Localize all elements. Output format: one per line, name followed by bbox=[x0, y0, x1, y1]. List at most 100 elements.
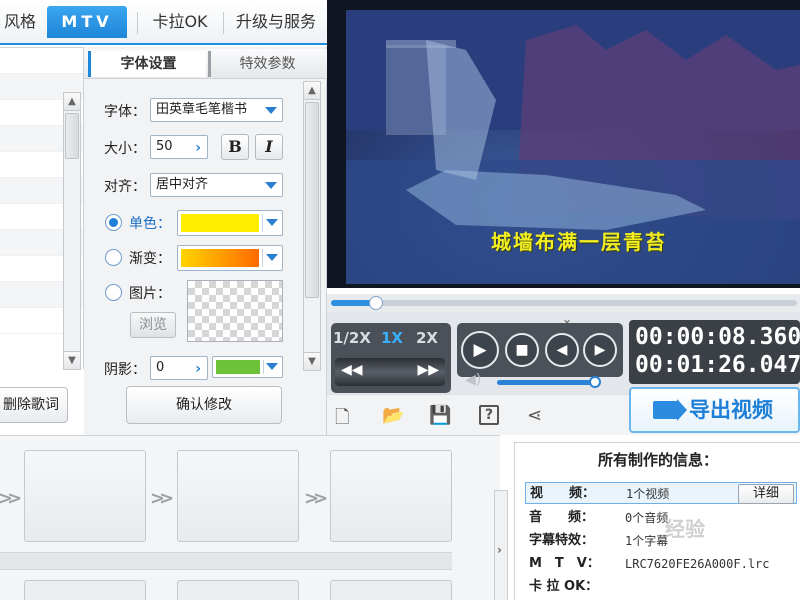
browse-button[interactable]: 浏览 bbox=[130, 312, 176, 338]
timeline-track[interactable] bbox=[0, 552, 452, 570]
production-info-panel: 所有制作的信息： 视 频： 1个视频 详细 音 频： 0个音频 字幕特效： 1个… bbox=[514, 442, 800, 600]
info-key: 音 频： bbox=[529, 510, 595, 525]
speed-half[interactable]: 1/2X bbox=[333, 329, 371, 347]
next-icon[interactable]: ▶ bbox=[583, 333, 617, 367]
video-preview[interactable]: 城墙布满一层青苔 bbox=[327, 0, 800, 288]
storyboard-slot[interactable] bbox=[24, 580, 146, 600]
bold-button[interactable]: B bbox=[221, 134, 249, 160]
chevron-right-icon: >> bbox=[304, 488, 328, 509]
save-icon[interactable]: 💾 bbox=[429, 405, 451, 426]
speed-slider[interactable]: ◀◀ ▶▶ bbox=[335, 358, 445, 386]
storyboard-timeline: >> >> >> bbox=[0, 435, 500, 600]
details-button[interactable]: 详细 bbox=[738, 484, 794, 504]
confirm-changes-button[interactable]: 确认修改 bbox=[126, 386, 282, 424]
solid-color-label: 单色： bbox=[129, 216, 171, 232]
speed-double[interactable]: 2X bbox=[416, 329, 438, 347]
size-value: 50 bbox=[156, 139, 173, 154]
play-icon[interactable]: ▶ bbox=[461, 331, 499, 369]
scroll-up-icon[interactable]: ▲ bbox=[304, 82, 320, 100]
export-icon bbox=[653, 399, 687, 421]
font-label: 字体： bbox=[104, 104, 146, 120]
scroll-down-icon[interactable]: ▼ bbox=[64, 351, 80, 369]
storyboard-slot[interactable] bbox=[177, 580, 299, 600]
fast-forward-icon[interactable]: ▶▶ bbox=[417, 362, 439, 378]
scroll-thumb[interactable] bbox=[305, 102, 319, 298]
image-preview bbox=[187, 280, 283, 342]
info-key: 卡 拉 OK： bbox=[529, 579, 599, 594]
gradient-label: 渐变： bbox=[129, 251, 171, 267]
rewind-icon[interactable]: ◀◀ bbox=[341, 362, 363, 378]
playback-progress[interactable] bbox=[327, 294, 800, 312]
chevron-right-icon[interactable]: › bbox=[195, 137, 201, 159]
shadow-color-picker[interactable] bbox=[212, 356, 283, 378]
main-tab-bar: 风格 MTV 卡拉OK 升级与服务 bbox=[0, 0, 327, 45]
italic-button[interactable]: I bbox=[255, 134, 283, 160]
tab-effect-params[interactable]: 特效参数 bbox=[208, 51, 324, 77]
image-radio[interactable] bbox=[105, 284, 122, 301]
info-row-audio: 音 频： 0个音频 bbox=[525, 507, 797, 529]
collapse-panel-handle[interactable]: › bbox=[494, 490, 508, 600]
share-icon[interactable]: ⋖ bbox=[527, 405, 542, 426]
info-title: 所有制作的信息： bbox=[597, 451, 718, 469]
shadow-value: 0 bbox=[156, 360, 165, 375]
open-folder-icon[interactable]: 📂 bbox=[382, 405, 404, 426]
gradient-color-picker[interactable] bbox=[177, 245, 283, 271]
progress-handle[interactable] bbox=[368, 296, 383, 310]
storyboard-slot[interactable] bbox=[24, 450, 146, 542]
info-row-video[interactable]: 视 频： 1个视频 详细 bbox=[525, 482, 797, 504]
size-stepper[interactable]: 50 › bbox=[150, 135, 208, 159]
shadow-stepper[interactable]: 0 › bbox=[150, 356, 208, 380]
new-icon[interactable]: 🗋 bbox=[335, 405, 349, 435]
scroll-down-icon[interactable]: ▼ bbox=[304, 352, 320, 370]
progress-track[interactable] bbox=[331, 296, 797, 310]
align-select-value: 居中对齐 bbox=[156, 177, 209, 192]
font-select[interactable]: 田英章毛笔楷书 bbox=[150, 98, 283, 122]
info-row-karaoke: 卡 拉 OK： bbox=[525, 576, 797, 598]
align-select[interactable]: 居中对齐 bbox=[150, 173, 283, 197]
storyboard-slot[interactable] bbox=[330, 450, 452, 542]
storyboard-slot[interactable] bbox=[330, 580, 452, 600]
info-key: 字幕特效： bbox=[529, 533, 595, 548]
watermark: 经验 bbox=[665, 517, 705, 541]
volume-icon[interactable]: ◀) bbox=[465, 372, 481, 388]
chevron-right-icon: >> bbox=[150, 488, 174, 509]
previous-icon[interactable]: ◀ bbox=[545, 333, 579, 367]
settings-scrollbar[interactable]: ▲ ▼ bbox=[303, 81, 321, 371]
tab-divider bbox=[137, 12, 138, 34]
volume-handle[interactable] bbox=[589, 376, 601, 388]
chevron-down-icon bbox=[266, 254, 278, 261]
scroll-up-icon[interactable]: ▲ bbox=[64, 93, 80, 111]
solid-color-picker[interactable] bbox=[177, 210, 283, 236]
chevron-right-icon: >> bbox=[0, 488, 22, 509]
stop-icon[interactable]: ■ bbox=[505, 333, 539, 367]
lyrics-scrollbar[interactable]: ▲ ▼ bbox=[63, 92, 81, 370]
shadow-color-swatch bbox=[216, 360, 260, 374]
transport-controls: ▶ ■ ◀ ▶ bbox=[457, 323, 623, 377]
tab-font-settings[interactable]: 字体设置 bbox=[88, 51, 206, 77]
delete-lyrics-button[interactable]: 删除歌词 bbox=[0, 387, 68, 423]
storyboard-slot[interactable] bbox=[177, 450, 299, 542]
info-key: M T V： bbox=[529, 556, 600, 571]
gradient-radio[interactable] bbox=[105, 249, 122, 266]
time-display: 00:00:08.360 00:01:26.047 bbox=[629, 320, 800, 384]
scroll-thumb[interactable] bbox=[65, 113, 79, 159]
settings-subtabs: 字体设置 特效参数 bbox=[84, 49, 327, 79]
tab-style[interactable]: 风格 bbox=[0, 6, 40, 38]
lyrics-list[interactable]: ▲ ▼ bbox=[0, 47, 84, 370]
list-item[interactable] bbox=[0, 48, 83, 74]
help-icon[interactable]: ? bbox=[479, 405, 499, 425]
align-label: 对齐： bbox=[104, 179, 146, 195]
chevron-down-icon bbox=[266, 363, 278, 370]
solid-color-radio[interactable] bbox=[105, 214, 122, 231]
tab-upgrade[interactable]: 升级与服务 bbox=[228, 6, 324, 38]
tab-mtv[interactable]: MTV bbox=[47, 6, 127, 38]
info-value: 0个音频 bbox=[625, 511, 669, 525]
tab-divider bbox=[223, 12, 224, 34]
player-controls: ⌄ 1/2X 1X 2X ◀◀ ▶▶ ▶ ■ ◀ ▶ ◀) 00:00:08.3… bbox=[327, 312, 800, 394]
volume-slider[interactable] bbox=[497, 376, 601, 388]
speed-control: 1/2X 1X 2X ◀◀ ▶▶ bbox=[331, 323, 451, 393]
speed-normal[interactable]: 1X bbox=[381, 329, 403, 347]
chevron-right-icon[interactable]: › bbox=[195, 358, 201, 380]
export-video-button[interactable]: 导出视频 bbox=[629, 387, 800, 433]
tab-karaoke[interactable]: 卡拉OK bbox=[143, 6, 217, 38]
